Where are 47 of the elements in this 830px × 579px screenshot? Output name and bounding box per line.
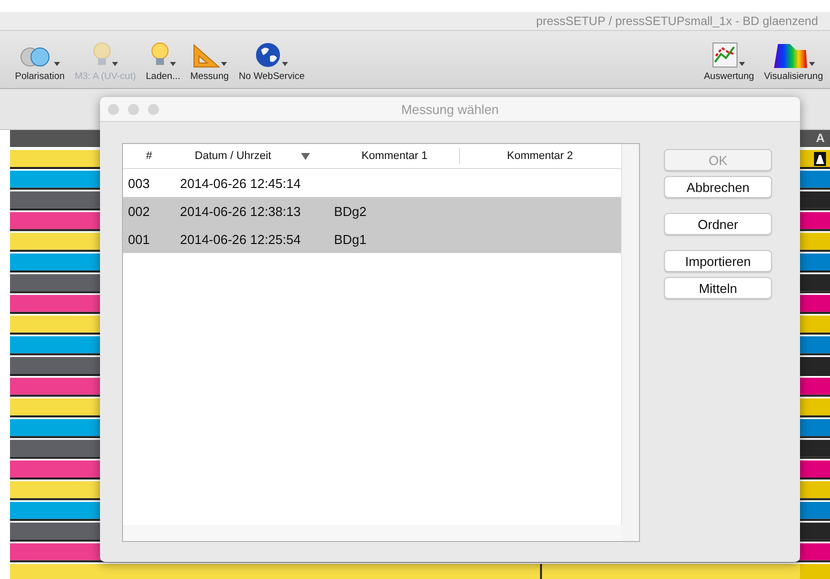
table-cell-text: 003: [127, 176, 151, 190]
toolbar-button[interactable]: Visualisierung: [761, 40, 826, 82]
horizontal-scrollbar[interactable]: [123, 525, 622, 541]
spectrum-icon: [772, 42, 808, 68]
table-row[interactable]: 003 2014-06-26 12:45:14: [123, 169, 621, 197]
dialog-title: Messung wählen: [401, 102, 499, 116]
column-header[interactable]: Kommentar 1: [330, 148, 460, 164]
light-bulb-icon: [150, 42, 169, 68]
caret-icon: [54, 62, 60, 66]
globe-icon: [255, 42, 282, 68]
caret-icon: [809, 62, 815, 66]
caret-icon: [221, 62, 228, 66]
scrollbar[interactable]: [621, 144, 639, 541]
light-bulb-icon: [92, 42, 111, 68]
column-header[interactable]: Kommentar 2: [460, 144, 620, 168]
close-icon[interactable]: [108, 104, 119, 115]
table-cell-text: 002: [127, 204, 151, 218]
caret-icon: [739, 62, 746, 66]
table-row[interactable]: 002 2014-06-26 12:38:13 BDg2: [123, 197, 621, 225]
dialog-button[interactable]: Ordner: [664, 213, 772, 235]
toolbar-button[interactable]: Messung: [187, 40, 232, 82]
column-header[interactable]: Datum / Uhrzeit: [175, 144, 330, 168]
caret-icon: [112, 62, 118, 66]
table-cell-text: 2014-06-26 12:38:13: [179, 204, 302, 218]
table-cell-text: 2014-06-26 12:25:54: [179, 232, 302, 246]
zoom-icon[interactable]: [148, 104, 159, 115]
caret-icon: [282, 62, 288, 66]
table-cell-text: BDg2: [333, 204, 367, 218]
toolbar-button[interactable]: No WebService: [236, 40, 308, 82]
mountain-icon: [814, 152, 826, 166]
column-header: A: [816, 130, 825, 147]
toolbar-button[interactable]: Laden...: [142, 40, 184, 82]
toolbar-button[interactable]: Polarisation: [12, 40, 68, 82]
toolbar-button[interactable]: Auswertung: [700, 40, 758, 82]
table-cell-text: BDg1: [333, 232, 367, 246]
chart-icon: [712, 42, 738, 68]
dialog-button[interactable]: Importieren: [664, 250, 772, 272]
dialog-button[interactable]: Abbrechen: [664, 176, 772, 198]
table-cell-text: 001: [127, 232, 151, 246]
column-header[interactable]: #: [123, 144, 175, 168]
sort-descending-icon: [301, 152, 310, 160]
table-cell-text: 2014-06-26 12:45:14: [179, 176, 302, 190]
dialog-button[interactable]: Mitteln: [664, 277, 772, 299]
minimize-icon[interactable]: [128, 104, 139, 115]
caret-icon: [170, 62, 176, 66]
window-title: pressSETUP / pressSETUPsmall_1x - BD glaenzend: [536, 14, 818, 28]
table-row[interactable]: 001 2014-06-26 12:25:54 BDg1: [123, 225, 621, 253]
